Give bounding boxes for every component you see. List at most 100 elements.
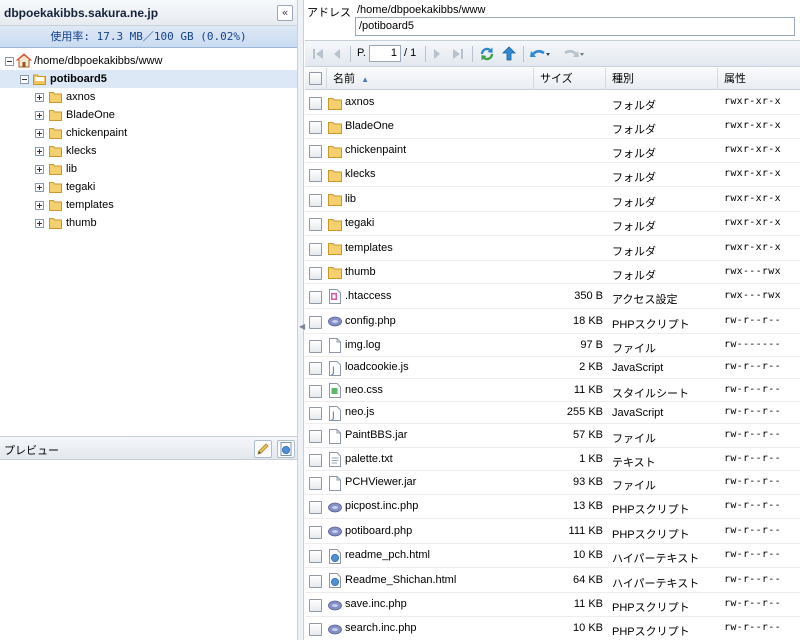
row-checkbox[interactable] — [309, 623, 322, 636]
last-page-icon[interactable] — [451, 46, 465, 62]
row-checkbox[interactable] — [309, 477, 322, 490]
file-row[interactable]: save.inc.php 11 KB PHPスクリプト rw-r--r-- — [305, 593, 800, 617]
tree-root-node[interactable]: /home/dbpoekakibbs/www — [0, 52, 297, 70]
address-input[interactable]: /potiboard5 — [355, 17, 795, 36]
tree-collapse-toggle[interactable] — [5, 57, 14, 66]
file-row[interactable]: templates フォルダ rwxr-xr-x — [305, 236, 800, 261]
column-name-header[interactable]: 名前 ▲ — [327, 68, 534, 90]
file-row[interactable]: config.php 18 KB PHPスクリプト rw-r--r-- — [305, 309, 800, 334]
pane-splitter[interactable]: ◀ — [298, 0, 305, 640]
file-type: フォルダ — [612, 148, 656, 160]
file-row[interactable]: Readme_Shichan.html 64 KB ハイパーテキスト rw-r--r-… — [305, 568, 800, 593]
file-permissions: rwxr-xr-x — [724, 144, 781, 155]
row-checkbox[interactable] — [309, 526, 322, 539]
row-checkbox[interactable] — [309, 218, 322, 231]
tree-node-templates[interactable]: templates — [0, 196, 297, 214]
column-perm-header[interactable]: 属性 — [718, 68, 800, 90]
tree-node-thumb[interactable]: thumb — [0, 214, 297, 232]
tree-expand-toggle[interactable] — [35, 147, 44, 156]
file-row[interactable]: chickenpaint フォルダ rwxr-xr-x — [305, 139, 800, 163]
row-checkbox[interactable] — [309, 385, 322, 398]
tree-expand-toggle[interactable] — [35, 219, 44, 228]
file-row[interactable]: axnos フォルダ rwxr-xr-x — [305, 91, 800, 115]
row-checkbox[interactable] — [309, 267, 322, 280]
row-checkbox[interactable] — [309, 145, 322, 158]
tree-expand-toggle[interactable] — [35, 183, 44, 192]
file-row[interactable]: BladeOne フォルダ rwxr-xr-x — [305, 115, 800, 139]
tree-node-label: lib — [66, 163, 78, 175]
tree-node-current[interactable]: potiboard5 — [0, 70, 297, 88]
tree-expand-toggle[interactable] — [35, 201, 44, 210]
row-checkbox[interactable] — [309, 501, 322, 514]
file-name: Readme_Shichan.html — [345, 574, 457, 586]
select-all-checkbox[interactable] — [309, 72, 322, 85]
row-checkbox[interactable] — [309, 194, 322, 207]
open-preview-button[interactable] — [277, 440, 295, 458]
file-row[interactable]: search.inc.php 10 KB PHPスクリプト rw-r--r-- — [305, 617, 800, 640]
row-checkbox[interactable] — [309, 316, 322, 329]
row-checkbox[interactable] — [309, 550, 322, 563]
tree-expand-toggle[interactable] — [35, 165, 44, 174]
next-page-icon[interactable] — [431, 46, 443, 62]
file-row[interactable]: PCHViewer.jar 93 KB ファイル rw-r--r-- — [305, 471, 800, 495]
file-permissions: rw-r--r-- — [724, 453, 781, 464]
tree-node-chickenpaint[interactable]: chickenpaint — [0, 124, 297, 142]
row-checkbox[interactable] — [309, 169, 322, 182]
row-checkbox[interactable] — [309, 430, 322, 443]
tree-node-tegaki[interactable]: tegaki — [0, 178, 297, 196]
row-checkbox[interactable] — [309, 340, 322, 353]
first-page-icon[interactable] — [311, 46, 325, 62]
tree-expand-toggle[interactable] — [35, 111, 44, 120]
file-row[interactable]: thumb フォルダ rwx---rwx — [305, 261, 800, 284]
column-size-header[interactable]: サイズ — [534, 68, 606, 90]
tree-node-bladeone[interactable]: BladeOne — [0, 106, 297, 124]
tree-node-klecks[interactable]: klecks — [0, 142, 297, 160]
file-size: 11 KB — [573, 384, 603, 396]
file-row[interactable]: PaintBBS.jar 57 KB ファイル rw-r--r-- — [305, 424, 800, 448]
tree-node-lib[interactable]: lib — [0, 160, 297, 178]
column-type-header[interactable]: 種別 — [606, 68, 718, 90]
file-row[interactable]: readme_pch.html 10 KB ハイパーテキスト rw-r--r-- — [305, 544, 800, 568]
tree-collapse-toggle[interactable] — [20, 75, 29, 84]
file-row[interactable]: tegaki フォルダ rwxr-xr-x — [305, 212, 800, 236]
row-checkbox[interactable] — [309, 243, 322, 256]
file-row[interactable]: .htaccess 350 B アクセス設定 rwx---rwx — [305, 284, 800, 309]
row-checkbox[interactable] — [309, 407, 322, 420]
preview-panel-header: プレビュー — [0, 436, 297, 460]
tree-expand-toggle[interactable] — [35, 129, 44, 138]
file-row[interactable]: picpost.inc.php 13 KB PHPスクリプト rw-r--r-- — [305, 495, 800, 519]
edit-button[interactable] — [254, 440, 272, 458]
tree-node-label: templates — [66, 199, 114, 211]
file-row[interactable]: lib フォルダ rwxr-xr-x — [305, 187, 800, 212]
file-row[interactable]: Jneo.js 255 KB JavaScript rw-r--r-- — [305, 402, 800, 424]
row-checkbox[interactable] — [309, 599, 322, 612]
row-checkbox[interactable] — [309, 575, 322, 588]
row-checkbox[interactable] — [309, 121, 322, 134]
redo-menu-icon[interactable] — [563, 46, 585, 62]
file-permissions: rw-r--r-- — [724, 476, 781, 487]
row-checkbox[interactable] — [309, 97, 322, 110]
file-row[interactable]: klecks フォルダ rwxr-xr-x — [305, 163, 800, 187]
file-name: PaintBBS.jar — [345, 429, 408, 441]
file-row[interactable]: potiboard.php 111 KB PHPスクリプト rw-r--r-- — [305, 519, 800, 544]
file-row[interactable]: img.log 97 B ファイル rw------- — [305, 334, 800, 357]
tree-node-label: thumb — [66, 217, 97, 229]
file-row[interactable]: palette.txt 1 KB テキスト rw-r--r-- — [305, 448, 800, 471]
row-checkbox[interactable] — [309, 362, 322, 375]
row-checkbox[interactable] — [309, 291, 322, 304]
page-number-input[interactable]: 1 — [369, 45, 401, 62]
file-permissions: rw-r--r-- — [724, 598, 781, 609]
row-checkbox[interactable] — [309, 454, 322, 467]
tree-expand-toggle[interactable] — [35, 93, 44, 102]
collapse-panel-button[interactable]: « — [277, 5, 293, 21]
file-permissions: rwxr-xr-x — [724, 242, 781, 253]
parent-folder-icon[interactable] — [501, 46, 517, 62]
prev-page-icon[interactable] — [331, 46, 343, 62]
folder-icon — [49, 128, 62, 139]
refresh-icon[interactable] — [479, 46, 495, 62]
file-name: img.log — [345, 339, 381, 351]
tree-node-axnos[interactable]: axnos — [0, 88, 297, 106]
file-row[interactable]: neo.css 11 KB スタイルシート rw-r--r-- — [305, 379, 800, 402]
file-row[interactable]: Jloadcookie.js 2 KB JavaScript rw-r--r-- — [305, 357, 800, 379]
undo-menu-icon[interactable] — [529, 46, 551, 62]
